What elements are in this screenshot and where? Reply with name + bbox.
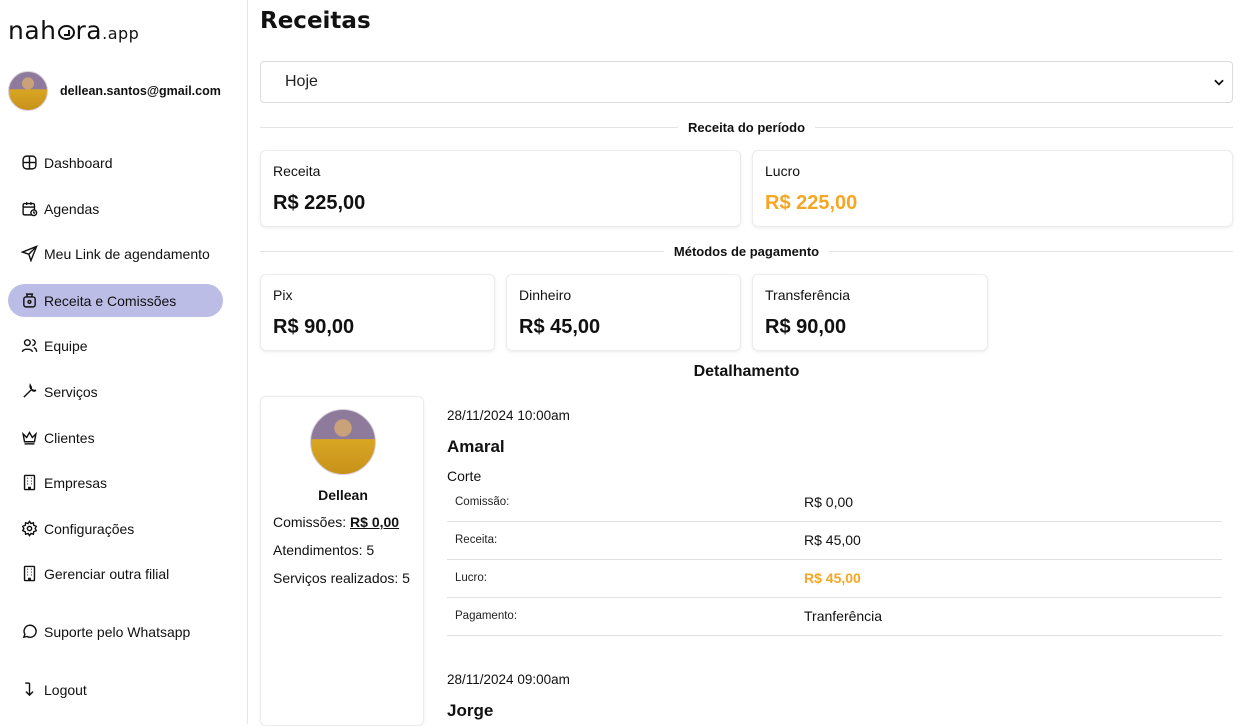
avatar (310, 409, 376, 475)
sidebar-item-label: Meu Link de agendamento (44, 245, 210, 262)
appointment-row: Pagamento: Tranferência (447, 598, 1222, 636)
period-select-value: Hoje (285, 73, 318, 90)
sidebar-item-label: Suporte pelo Whatsapp (44, 623, 191, 640)
sidebar-item-logout[interactable]: Logout (8, 673, 223, 706)
sidebar-item-label: Receita e Comissões (44, 292, 177, 309)
brand-logo[interactable]: nah ra.app (8, 16, 139, 45)
appointment-row: Receita: R$ 45,00 (447, 522, 1222, 560)
calendar-icon (22, 202, 38, 217)
row-value: Tranferência (804, 608, 883, 624)
gear-icon (21, 520, 38, 537)
appointment-service: Corte (447, 468, 482, 484)
chevron-down-icon (1214, 79, 1224, 86)
row-value: R$ 45,00 (804, 532, 861, 548)
payment-card-dinheiro: Dinheiro R$ 45,00 (506, 274, 741, 351)
member-commissions: Comissões: R$ 0,00 (273, 514, 400, 530)
sidebar-item-label: Serviços (44, 383, 98, 400)
appointment-datetime: 28/11/2024 09:00am (447, 672, 570, 687)
user-profile[interactable]: dellean.santos@gmail.com (8, 71, 221, 111)
appointment-row: Comissão: R$ 0,00 (447, 484, 1222, 522)
card-label: Pix (273, 287, 293, 303)
appointment-row: Lucro: R$ 45,00 (447, 560, 1222, 598)
sidebar-item-label: Agendas (44, 200, 100, 217)
crown-icon (22, 431, 37, 445)
building-icon (23, 565, 36, 582)
row-key: Receita: (455, 534, 498, 546)
sidebar-item-label: Dashboard (44, 154, 113, 171)
payment-section-title: Métodos de pagamento (260, 244, 1233, 259)
sidebar-item-empresas[interactable]: Empresas (8, 466, 223, 499)
sidebar-item-label: Equipe (44, 337, 88, 354)
member-appointments: Atendimentos: 5 (273, 542, 375, 558)
appointment-client: Amaral (447, 437, 505, 456)
users-icon (21, 339, 38, 353)
card-label: Dinheiro (519, 287, 572, 303)
card-value: R$ 225,00 (273, 192, 366, 214)
sidebar-item-label: Configurações (44, 520, 135, 537)
sidebar-item-clientes[interactable]: Clientes (8, 421, 223, 454)
card-value: R$ 225,00 (765, 192, 858, 214)
row-key: Lucro: (455, 572, 487, 584)
payment-card-pix: Pix R$ 90,00 (260, 274, 495, 351)
appointment-client: Jorge (447, 701, 494, 720)
send-icon (21, 245, 38, 262)
row-key: Comissão: (455, 496, 510, 508)
revenue-section-title: Receita do período (260, 120, 1233, 135)
page-title: Receitas (260, 8, 371, 34)
sidebar-item-dashboard[interactable]: Dashboard (8, 146, 223, 179)
brand-name-left: nah (8, 16, 57, 45)
card-label: Transferência (765, 287, 851, 303)
card-value: R$ 90,00 (765, 316, 847, 338)
building-icon (23, 474, 36, 491)
sidebar-item-suporte[interactable]: Suporte pelo Whatsapp (8, 615, 223, 648)
money-bag-icon (23, 293, 36, 308)
sidebar-item-servicos[interactable]: Serviços (8, 375, 223, 408)
sidebar-item-equipe[interactable]: Equipe (8, 329, 223, 362)
chat-icon (22, 624, 37, 639)
sidebar-item-filial[interactable]: Gerenciar outra filial (8, 557, 223, 590)
user-email: dellean.santos@gmail.com (60, 84, 221, 98)
row-key: Pagamento: (455, 610, 518, 622)
profit-card: Lucro R$ 225,00 (752, 150, 1233, 227)
member-card[interactable]: Dellean Comissões: R$ 0,00 Atendimentos:… (260, 396, 424, 726)
card-value: R$ 90,00 (273, 316, 355, 338)
sidebar-item-label: Logout (44, 681, 87, 698)
member-commissions-value: R$ 0,00 (350, 514, 400, 530)
clock-logo-icon (57, 25, 75, 40)
sidebar: nah ra.app dellean.santos@gmail.com Dashb… (0, 0, 248, 724)
period-select[interactable]: Hoje (260, 61, 1233, 103)
sidebar-item-label: Gerenciar outra filial (44, 565, 170, 582)
dashboard-icon (22, 155, 37, 170)
row-value: R$ 45,00 (804, 570, 861, 586)
sidebar-item-label: Clientes (44, 429, 95, 446)
avatar (8, 71, 48, 111)
sidebar-item-receita[interactable]: Receita e Comissões (8, 284, 223, 317)
card-label: Receita (273, 163, 321, 179)
appointment-datetime: 28/11/2024 10:00am (447, 408, 570, 423)
card-label: Lucro (765, 163, 801, 179)
sidebar-item-link[interactable]: Meu Link de agendamento (8, 237, 223, 270)
member-name: Dellean (318, 487, 368, 503)
sidebar-item-agendas[interactable]: Agendas (8, 192, 223, 225)
revenue-card: Receita R$ 225,00 (260, 150, 741, 227)
brand-name-right: ra (75, 16, 103, 45)
sidebar-item-label: Empresas (44, 474, 108, 491)
payment-card-transferencia: Transferência R$ 90,00 (752, 274, 988, 351)
detail-title: Detalhamento (693, 363, 800, 380)
member-services: Serviços realizados: 5 (273, 570, 410, 586)
logout-icon (25, 682, 34, 697)
row-value: R$ 0,00 (804, 494, 854, 510)
card-value: R$ 45,00 (519, 316, 601, 338)
brand-suffix: .app (102, 24, 140, 43)
sidebar-item-configuracoes[interactable]: Configurações (8, 512, 223, 545)
wrench-icon (23, 383, 37, 398)
